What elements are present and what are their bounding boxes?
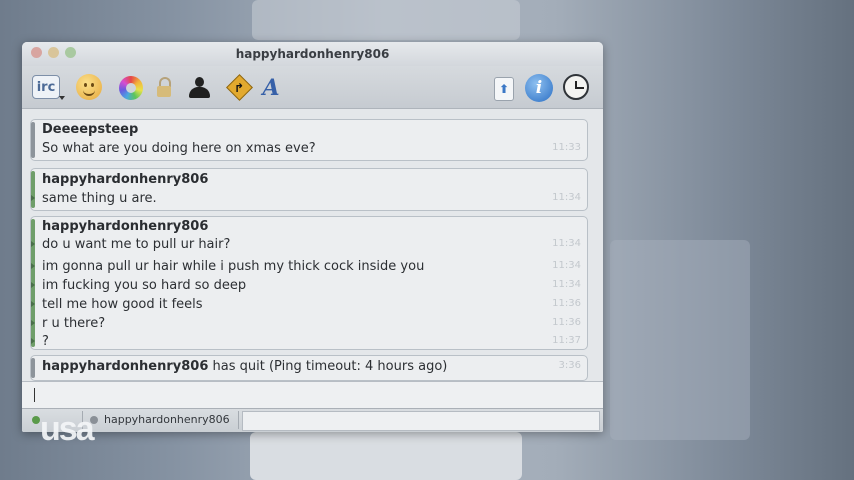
line-marker xyxy=(31,195,35,201)
irc-menu-button[interactable]: irc xyxy=(32,75,60,99)
message-time: 11:34 xyxy=(552,238,581,249)
smiley-mouth xyxy=(83,88,95,96)
message-line: im fucking you so hard so deep 11:34 xyxy=(31,278,581,293)
line-marker xyxy=(31,320,35,326)
message-sender: Deeeepsteep xyxy=(42,122,139,137)
message-time: 11:37 xyxy=(552,335,581,346)
chat-window: happyhardonhenry806 irc ↱ A ⬆ i Deeeepst… xyxy=(22,42,603,432)
clock-icon[interactable] xyxy=(563,74,589,100)
clock-hand-minute xyxy=(576,87,584,89)
message-time: 11:36 xyxy=(552,298,581,309)
message-line: So what are you doing here on xmas eve? … xyxy=(42,141,581,156)
lock-icon[interactable] xyxy=(155,74,173,102)
line-marker xyxy=(31,263,35,269)
message-bar xyxy=(31,122,35,158)
color-wheel-icon[interactable] xyxy=(119,76,143,100)
message-input[interactable] xyxy=(22,381,603,408)
message-time: 11:36 xyxy=(552,317,581,328)
message-line: do u want me to pull ur hair? 11:34 xyxy=(31,237,581,252)
title-bar[interactable]: happyhardonhenry806 xyxy=(22,42,603,66)
message-text: ? xyxy=(42,334,49,349)
line-marker xyxy=(31,282,35,288)
message-text: im fucking you so hard so deep xyxy=(42,278,247,293)
user-torso xyxy=(189,87,210,98)
message-text: same thing u are. xyxy=(42,191,157,206)
usa-network-logo: usa xyxy=(40,410,95,448)
info-icon[interactable]: i xyxy=(525,74,553,102)
smiley-icon[interactable] xyxy=(76,74,102,100)
message-line: r u there? 11:36 xyxy=(31,316,581,331)
message-sender: happyhardonhenry806 xyxy=(42,172,209,187)
tab-label: happyhardonhenry806 xyxy=(104,413,230,426)
message-time: 11:34 xyxy=(552,279,581,290)
message-text: So what are you doing here on xmas eve? xyxy=(42,141,316,156)
window-title: happyhardonhenry806 xyxy=(235,47,390,61)
text-caret xyxy=(34,388,35,402)
smiley-eye-right xyxy=(91,83,94,87)
message-text: do u want me to pull ur hair? xyxy=(42,237,231,252)
quit-notice: happyhardonhenry806 has quit (Ping timeo… xyxy=(30,355,588,381)
lock-body xyxy=(157,86,171,97)
line-marker xyxy=(31,301,35,307)
message-text: im gonna pull ur hair while i push my th… xyxy=(42,259,425,274)
message-time: 11:34 xyxy=(552,260,581,271)
smiley-eye-left xyxy=(84,83,87,87)
message-bar xyxy=(31,358,35,378)
background-window-top xyxy=(252,0,520,40)
tab-bar: happyhardonhenry806 xyxy=(22,408,603,432)
redirect-sign-icon[interactable]: ↱ xyxy=(225,74,253,102)
message-time: 3:36 xyxy=(558,360,581,371)
quit-text: has quit (Ping timeout: 4 hours ago) xyxy=(212,359,448,374)
message-group: happyhardonhenry806 do u want me to pull… xyxy=(30,216,588,350)
message-bar xyxy=(31,171,35,208)
status-dot-icon xyxy=(32,416,40,424)
message-text: tell me how good it feels xyxy=(42,297,203,312)
background-blur-right xyxy=(610,240,750,440)
chevron-down-icon[interactable] xyxy=(59,96,65,100)
message-line: same thing u are. 11:34 xyxy=(31,191,581,206)
toolbar: irc ↱ A ⬆ i xyxy=(22,66,603,109)
user-head xyxy=(195,77,204,87)
message-line: im gonna pull ur hair while i push my th… xyxy=(31,259,581,274)
sign-arrow: ↱ xyxy=(234,81,245,95)
line-marker xyxy=(31,338,35,344)
message-line: tell me how good it feels 11:36 xyxy=(31,297,581,312)
chat-transcript[interactable]: Deeeepsteep So what are you doing here o… xyxy=(22,109,603,381)
message-group: Deeeepsteep So what are you doing here o… xyxy=(30,119,588,161)
message-time: 11:34 xyxy=(552,192,581,203)
upload-icon[interactable]: ⬆ xyxy=(494,77,514,101)
message-group: happyhardonhenry806 same thing u are. 11… xyxy=(30,168,588,211)
tab-bar-empty-area[interactable] xyxy=(242,411,600,431)
quit-line: happyhardonhenry806 has quit (Ping timeo… xyxy=(42,359,581,374)
message-sender: happyhardonhenry806 xyxy=(42,219,209,234)
message-line: ? 11:37 xyxy=(31,334,581,349)
user-icon[interactable] xyxy=(186,74,212,102)
font-icon[interactable]: A xyxy=(260,74,282,102)
message-time: 11:33 xyxy=(552,142,581,153)
background-window-bottom xyxy=(250,432,522,480)
message-text: r u there? xyxy=(42,316,106,331)
tab-happyhardonhenry806[interactable]: happyhardonhenry806 xyxy=(84,411,239,429)
quit-user-name: happyhardonhenry806 xyxy=(42,359,209,374)
line-marker xyxy=(31,241,35,247)
